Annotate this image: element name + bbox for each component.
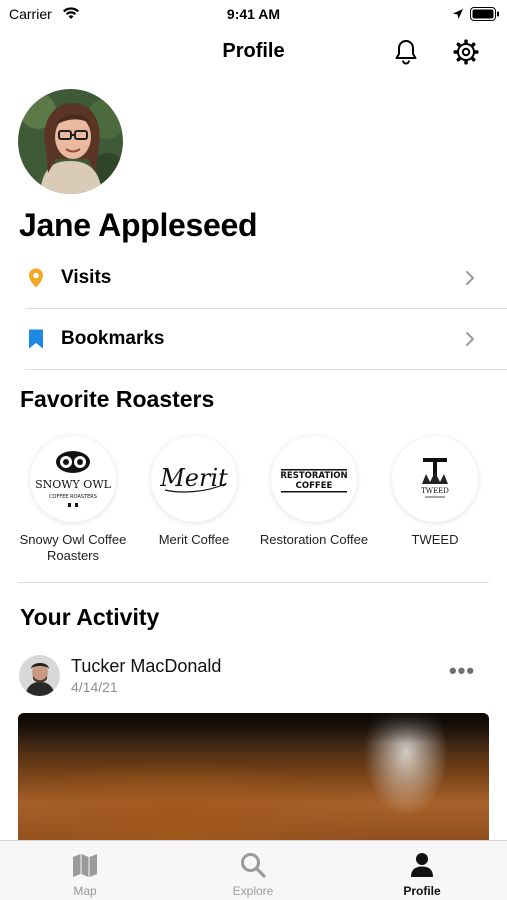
post-date: 4/14/21 (71, 679, 118, 695)
roaster-tweed[interactable]: TWEED TWEED (375, 436, 495, 548)
roaster-name: TWEED (411, 532, 459, 547)
settings-gear-icon[interactable] (452, 38, 480, 66)
merit-logo-text: Merit (159, 464, 228, 492)
page-title: Profile (222, 40, 285, 62)
chevron-right-icon (463, 329, 477, 349)
roaster-merit[interactable]: Merit Merit Coffee (134, 436, 254, 548)
tab-label: Explore (232, 884, 274, 898)
profile-avatar[interactable] (18, 89, 123, 194)
visits-label: Visits (61, 267, 112, 288)
restoration-logo-subtext: COFFEE (296, 481, 333, 491)
roaster-snowy-owl[interactable]: SNOWY OWL COFFEE ROASTERS Snowy Owl Coff… (13, 436, 133, 564)
bookmarks-label: Bookmarks (61, 328, 165, 349)
chevron-right-icon (463, 268, 477, 288)
person-icon (408, 851, 436, 879)
bookmarks-row[interactable]: Bookmarks (25, 309, 507, 369)
post-author-name[interactable]: Tucker MacDonald (71, 656, 221, 677)
restoration-logo-text: RESTORATION (280, 471, 347, 481)
merit-logo: Merit (151, 436, 237, 522)
tab-map[interactable]: Map (25, 841, 145, 900)
location-arrow-icon (452, 7, 464, 25)
battery-icon (470, 7, 500, 26)
divider (25, 369, 507, 370)
roaster-name: Merit Coffee (158, 532, 230, 547)
roaster-restoration[interactable]: RESTORATION COFFEE Restoration Coffee (254, 436, 374, 548)
post-photo[interactable] (18, 713, 489, 843)
tab-label: Profile (403, 884, 441, 898)
map-icon (71, 851, 99, 879)
profile-name: Jane Appleseed (19, 207, 258, 243)
restoration-logo: RESTORATION COFFEE (271, 436, 357, 522)
search-icon (239, 851, 267, 879)
status-bar: Carrier 9:41 AM (0, 0, 507, 28)
tweed-logo-text: TWEED (421, 487, 449, 495)
divider (18, 582, 489, 583)
tweed-logo: TWEED (392, 436, 478, 522)
tab-label: Map (73, 884, 97, 898)
author-avatar[interactable] (19, 655, 60, 696)
snowy-owl-logo: SNOWY OWL COFFEE ROASTERS (30, 436, 116, 522)
more-options-button[interactable]: ••• (446, 660, 478, 684)
snowy-owl-logo-subtext: COFFEE ROASTERS (49, 494, 97, 500)
location-pin-icon (25, 267, 47, 289)
bookmark-icon (25, 328, 47, 350)
status-time: 9:41 AM (226, 6, 281, 22)
photo-shadow (18, 713, 489, 743)
tab-explore[interactable]: Explore (193, 841, 313, 900)
visits-row[interactable]: Visits (25, 248, 507, 308)
snowy-owl-logo-text: SNOWY OWL (35, 478, 112, 491)
roaster-name: Restoration Coffee (259, 532, 369, 547)
tab-bar: Map Explore Profile (0, 840, 507, 900)
notifications-bell-icon[interactable] (392, 38, 420, 66)
tab-profile[interactable]: Profile (362, 841, 482, 900)
favorite-roasters-heading: Favorite Roasters (20, 386, 215, 412)
your-activity-heading: Your Activity (20, 604, 160, 630)
roaster-name: Snowy Owl Coffee Roasters (19, 532, 127, 563)
